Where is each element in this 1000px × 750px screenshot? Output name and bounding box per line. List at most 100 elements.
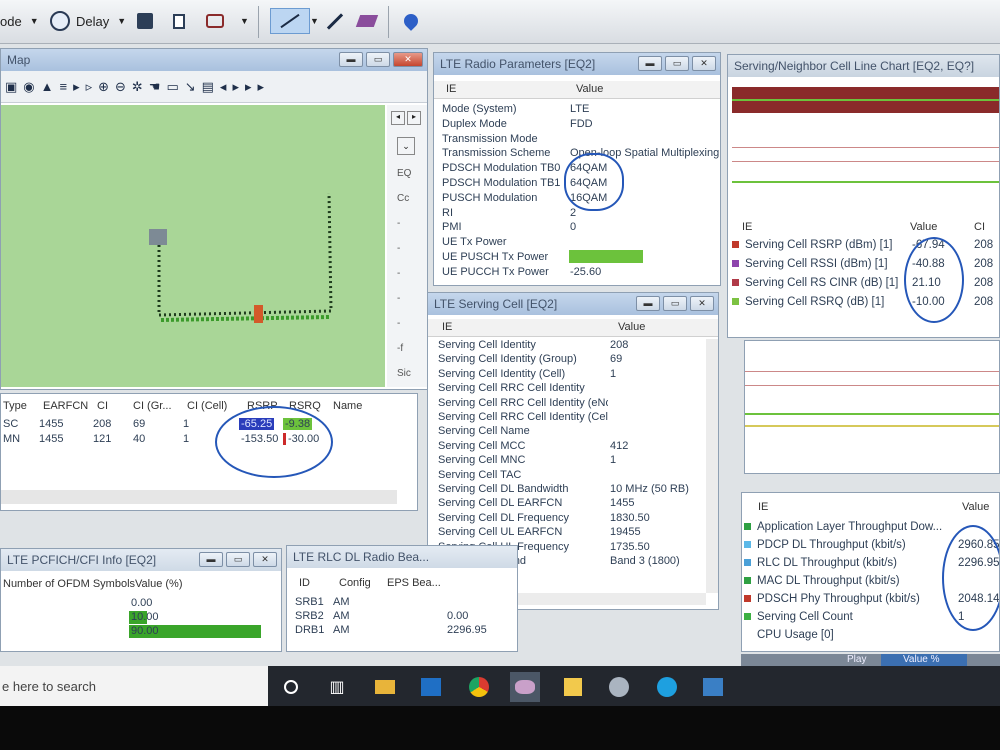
table-row[interactable]: Serving Cell RRC Cell Identity (eNo... (428, 397, 718, 412)
search-placeholder: e here to search (2, 679, 96, 694)
export-icon[interactable] (202, 8, 228, 34)
series-color-icon (732, 241, 739, 249)
table-row[interactable]: Mode (System) LTE (434, 103, 720, 118)
table-row[interactable]: CPU Usage [0] (742, 629, 999, 644)
app-icon[interactable] (510, 672, 540, 702)
chevron-down-icon[interactable]: ⌄ (397, 137, 415, 155)
table-row[interactable]: UE Tx Power (434, 236, 720, 251)
table-row[interactable]: 0.00 (1, 597, 281, 612)
table-row[interactable]: Serving Cell TAC (428, 469, 718, 484)
horizontal-scrollbar[interactable] (1, 490, 397, 504)
line-chart-area (732, 81, 999, 193)
delay-label: Delay (76, 13, 110, 29)
table-row[interactable]: 10.00 (1, 611, 281, 626)
media-icon[interactable] (604, 672, 634, 702)
table-row[interactable]: Serving Cell Identity (Group) 69 (428, 353, 718, 368)
table-row[interactable]: Serving Cell RRC Cell Identity (Cell) (428, 411, 718, 426)
ie-label: CPU Usage [0] (744, 629, 834, 641)
taskbar-search-box[interactable]: e here to search (0, 666, 268, 706)
save-icon[interactable] (132, 8, 158, 34)
ie-label: Transmission Mode (442, 132, 538, 145)
chart-app-icon[interactable] (698, 672, 728, 702)
table-row[interactable]: 90.00 (1, 625, 281, 640)
table-row[interactable]: Transmission Mode (434, 133, 720, 148)
table-row[interactable]: Serving Cell DL Frequency 1830.50 (428, 512, 718, 527)
maximize-button[interactable]: ▭ (226, 552, 250, 567)
ie-label: Serving Cell DL Bandwidth (438, 483, 569, 495)
outlook-icon[interactable] (416, 672, 446, 702)
minimize-button[interactable]: ▬ (339, 52, 363, 67)
ie-label: MAC DL Throughput (kbit/s) (744, 575, 900, 587)
table-row[interactable]: Serving Cell DL Bandwidth 10 MHz (50 RB) (428, 483, 718, 498)
lower-chart-area (744, 340, 1000, 474)
table-row[interactable]: Serving Cell RRC Cell Identity (428, 382, 718, 397)
sticky-notes-icon[interactable] (558, 672, 588, 702)
chevron-down-icon[interactable]: ▼ (240, 9, 249, 33)
copy-icon[interactable] (166, 8, 192, 34)
close-button[interactable]: ✕ (692, 56, 716, 71)
table-row[interactable]: Serving Cell DL EARFCN 1455 (428, 497, 718, 512)
neighbor-chart-title: Serving/Neighbor Cell Line Chart [EQ2, E… (734, 59, 975, 73)
table-row[interactable]: SC 1455 208 69 1 -65.25 -9.38 (1, 418, 417, 433)
table-row[interactable]: MN 1455 121 40 1 -153.50 -30.00 (1, 433, 417, 448)
ie-value: 69 (610, 353, 623, 366)
table-row[interactable]: RI 2 (434, 207, 720, 222)
cortana-icon[interactable] (276, 672, 306, 702)
skype-icon[interactable] (652, 672, 682, 702)
map-tool-icons[interactable]: ▣◉▲≡▸▹⊕⊖✲☚▭↘▤◂▸▸▸ (5, 79, 270, 95)
ci-value: 208 (974, 277, 994, 289)
table-row[interactable]: Serving Cell RSRP (dBm) [1] -67.94 208 (728, 239, 999, 254)
ie-value: 19455 (610, 526, 641, 539)
eraser-icon[interactable] (354, 8, 380, 34)
maximize-button[interactable]: ▭ (663, 296, 687, 311)
chrome-icon[interactable] (464, 672, 494, 702)
ie-label: Serving Cell RRC Cell Identity (438, 382, 585, 395)
table-row[interactable]: SRB1 AM (287, 596, 517, 611)
task-view-icon[interactable]: ▥ (322, 672, 352, 702)
location-pin-icon[interactable] (398, 8, 424, 34)
ie-label: Serving Cell DL Frequency (438, 511, 570, 524)
line-tool-icon[interactable] (270, 8, 310, 34)
arrow-right-icon[interactable]: ▸ (407, 111, 421, 125)
rlc-header: ID Config EPS Bea... (287, 576, 517, 594)
ie-label: Serving Cell RSSI (dBm) [1] (732, 258, 888, 270)
file-explorer-icon[interactable] (370, 672, 400, 702)
table-row[interactable]: Serving Cell UL EARFCN 19455 (428, 526, 718, 541)
ie-value: LTE (570, 103, 590, 115)
mode-dropdown[interactable]: ode ▼ (0, 9, 39, 33)
rlc-titlebar: LTE RLC DL Radio Bea... (287, 546, 517, 568)
table-row[interactable]: Serving Cell Name (428, 425, 718, 440)
table-row[interactable]: Serving Cell Identity (Cell) 1 (428, 368, 718, 383)
table-row[interactable]: Duplex Mode FDD (434, 118, 720, 133)
pusch-power-bar (569, 250, 643, 263)
table-row[interactable]: Serving Cell Identity 208 (428, 339, 718, 354)
ci-value: 208 (974, 258, 994, 270)
chevron-down-icon[interactable]: ▼ (310, 9, 319, 33)
table-row[interactable]: SRB2 AM 0.00 (287, 610, 517, 625)
minimize-button[interactable]: ▬ (199, 552, 223, 567)
vertical-scrollbar[interactable] (706, 339, 718, 593)
pen-icon[interactable] (322, 8, 348, 34)
table-row[interactable]: Serving Cell MCC 412 (428, 440, 718, 455)
ie-label: PDCP DL Throughput (kbit/s) (744, 539, 906, 551)
screen: ode ▼ Delay ▼ ▼ ▼ Map ▬ ▭ ✕ ▣◉▲≡▸▹⊕⊖✲☚▭↘… (0, 0, 1000, 750)
close-button[interactable]: ✕ (393, 52, 423, 67)
series-color-icon (744, 559, 751, 567)
maximize-button[interactable]: ▭ (366, 52, 390, 67)
table-row[interactable]: PMI 0 (434, 221, 720, 236)
table-row[interactable]: DRB1 AM 2296.95 (287, 624, 517, 639)
table-row[interactable]: Serving Cell MNC 1 (428, 454, 718, 469)
arrow-left-icon[interactable]: ◂ (391, 111, 405, 125)
close-button[interactable]: ✕ (253, 552, 277, 567)
maximize-button[interactable]: ▭ (665, 56, 689, 71)
ie-value: -25.60 (570, 265, 602, 278)
ie-label: Serving Cell RRC Cell Identity (eNo... (438, 396, 608, 409)
table-row[interactable]: UE PUCCH Tx Power -25.60 (434, 266, 720, 281)
close-button[interactable]: ✕ (690, 296, 714, 311)
minimize-button[interactable]: ▬ (638, 56, 662, 71)
ie-value: 1 (610, 454, 617, 467)
delay-dropdown[interactable]: Delay ▼ (50, 9, 126, 33)
minimize-button[interactable]: ▬ (636, 296, 660, 311)
map-canvas[interactable] (1, 105, 385, 387)
ie-value: 10 MHz (50 RB) (610, 483, 689, 495)
